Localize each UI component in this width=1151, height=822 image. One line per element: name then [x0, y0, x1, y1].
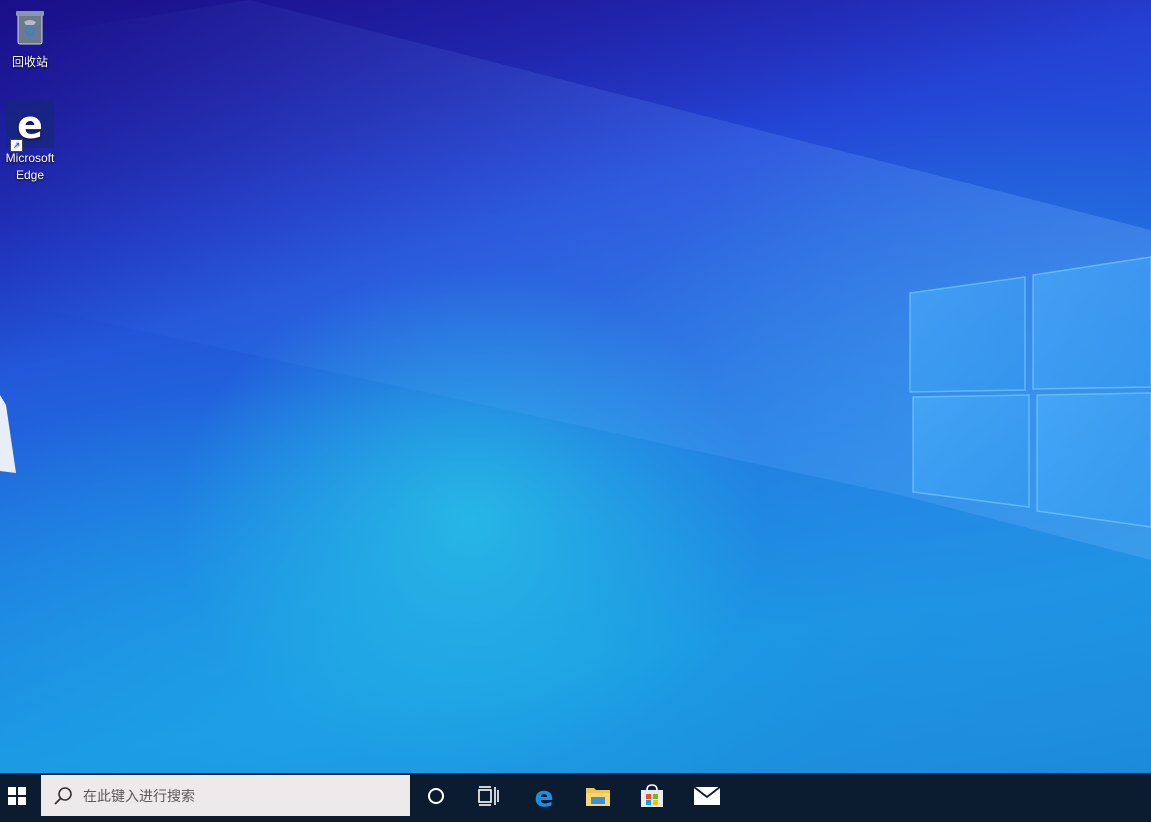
search-icon [54, 786, 72, 805]
recycle-bin-label: 回收站 [11, 55, 48, 69]
cortana-icon [428, 787, 444, 804]
taskbar-store-button[interactable] [626, 773, 678, 818]
shortcut-arrow-icon: ↗ [10, 139, 23, 152]
desktop-icon-recycle-bin[interactable]: 回收站 [0, 4, 62, 71]
edge-label-line1: Microsoft [5, 151, 55, 165]
taskbar-search-box[interactable]: 在此键入进行搜索 [41, 775, 410, 816]
partial-window-edge [0, 395, 16, 473]
edge-icon: e ↗ [6, 100, 54, 152]
start-button[interactable] [0, 773, 34, 818]
search-placeholder: 在此键入进行搜索 [83, 787, 195, 804]
taskbar-edge-button[interactable]: e [518, 773, 570, 818]
desktop-wallpaper: 回收站 e ↗ Microsoft Edge [0, 0, 1151, 822]
recycle-bin-icon [6, 4, 54, 52]
edge-label-line2: Edge [15, 168, 45, 182]
svg-text:e: e [535, 782, 554, 810]
taskbar: 在此键入进行搜索 e [0, 773, 1151, 822]
file-explorer-icon [586, 787, 610, 806]
windows-start-icon [8, 786, 26, 805]
taskbar-file-explorer-button[interactable] [572, 773, 624, 818]
task-view-button[interactable] [463, 773, 515, 818]
store-icon [641, 783, 663, 807]
cortana-button[interactable] [410, 773, 462, 818]
taskbar-mail-button[interactable] [681, 773, 733, 818]
edge-icon: e [535, 782, 554, 810]
windows-logo-wallpaper [909, 256, 1151, 528]
task-view-icon [478, 785, 499, 806]
desktop-icon-microsoft-edge[interactable]: e ↗ Microsoft Edge [0, 100, 62, 184]
mail-icon [693, 785, 721, 805]
